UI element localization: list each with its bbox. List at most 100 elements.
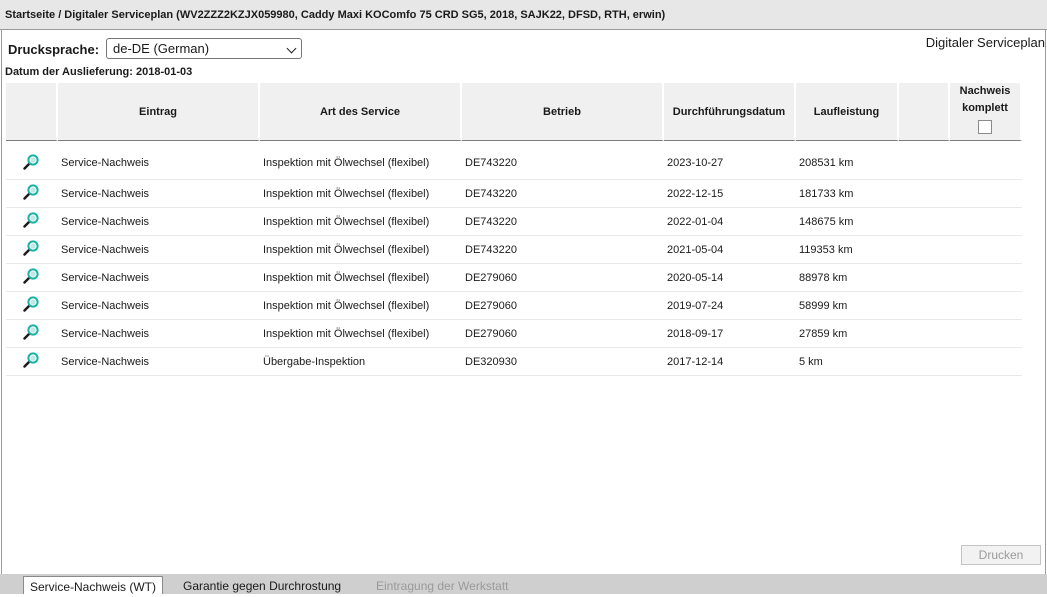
magnifier-icon[interactable] bbox=[23, 184, 39, 203]
cell-empty bbox=[899, 264, 950, 292]
tab-service-proof[interactable]: Service-Nachweis (WT) bbox=[23, 576, 164, 594]
cell-empty bbox=[899, 320, 950, 348]
title-bar: Startseite / Digitaler Serviceplan (WV2Z… bbox=[0, 0, 1047, 30]
magnifier-icon[interactable] bbox=[23, 324, 39, 343]
cell-shop: DE743220 bbox=[462, 141, 664, 180]
cell-shop: DE743220 bbox=[462, 236, 664, 264]
print-button[interactable]: Drucken bbox=[961, 545, 1041, 565]
service-table: Eintrag Art des Service Betrieb Durchfüh… bbox=[6, 83, 1022, 376]
column-header-mileage[interactable]: Laufleistung bbox=[796, 83, 899, 141]
cell-shop: DE320930 bbox=[462, 348, 664, 376]
select-all-checkbox[interactable] bbox=[978, 120, 992, 134]
cell-empty bbox=[899, 141, 950, 180]
cell-entry: Service-Nachweis bbox=[58, 236, 260, 264]
cell-proof-complete bbox=[950, 236, 1022, 264]
cell-empty bbox=[899, 292, 950, 320]
cell-proof-complete bbox=[950, 348, 1022, 376]
cell-mileage: 5 km bbox=[796, 348, 899, 376]
cell-empty bbox=[899, 208, 950, 236]
cell-shop: DE279060 bbox=[462, 264, 664, 292]
magnifier-icon[interactable] bbox=[23, 240, 39, 259]
tab-rust-warranty[interactable]: Garantie gegen Durchrostung bbox=[177, 576, 347, 594]
table-body: Service-Nachweis Inspektion mit Ölwechsel… bbox=[6, 141, 1022, 376]
cell-service-type: Übergabe-Inspektion bbox=[260, 348, 462, 376]
column-header-empty bbox=[899, 83, 950, 141]
cell-date: 2021-05-04 bbox=[664, 236, 796, 264]
cell-service-type: Inspektion mit Ölwechsel (flexibel) bbox=[260, 180, 462, 208]
cell-service-type: Inspektion mit Ölwechsel (flexibel) bbox=[260, 208, 462, 236]
table-row[interactable]: Service-Nachweis Inspektion mit Ölwechsel… bbox=[6, 208, 1022, 236]
cell-mileage: 58999 km bbox=[796, 292, 899, 320]
cell-entry: Service-Nachweis bbox=[58, 180, 260, 208]
row-magnifier bbox=[6, 320, 58, 348]
column-header-shop[interactable]: Betrieb bbox=[462, 83, 664, 141]
table-row[interactable]: Service-Nachweis Übergabe-Inspektion DE320… bbox=[6, 348, 1022, 376]
print-language-label: Drucksprache: bbox=[8, 42, 100, 57]
row-magnifier bbox=[6, 180, 58, 208]
cell-proof-complete bbox=[950, 180, 1022, 208]
table-row[interactable]: Service-Nachweis Inspektion mit Ölwechsel… bbox=[6, 292, 1022, 320]
cell-mileage: 148675 km bbox=[796, 208, 899, 236]
table-row[interactable]: Service-Nachweis Inspektion mit Ölwechsel… bbox=[6, 180, 1022, 208]
magnifier-icon[interactable] bbox=[23, 268, 39, 287]
cell-empty bbox=[899, 348, 950, 376]
cell-empty bbox=[899, 180, 950, 208]
cell-proof-complete bbox=[950, 264, 1022, 292]
cell-date: 2022-12-15 bbox=[664, 180, 796, 208]
cell-entry: Service-Nachweis bbox=[58, 208, 260, 236]
row-magnifier bbox=[6, 264, 58, 292]
cell-shop: DE743220 bbox=[462, 208, 664, 236]
cell-proof-complete bbox=[950, 320, 1022, 348]
cell-date: 2023-10-27 bbox=[664, 141, 796, 180]
cell-shop: DE279060 bbox=[462, 292, 664, 320]
cell-mileage: 119353 km bbox=[796, 236, 899, 264]
section-title: Digitaler Serviceplan bbox=[925, 35, 1045, 50]
breadcrumb: Startseite / Digitaler Serviceplan (WV2Z… bbox=[5, 9, 666, 21]
proof-complete-label: Nachweis komplett bbox=[959, 85, 1011, 114]
print-language-select[interactable]: de-DE (German) bbox=[106, 38, 302, 59]
row-magnifier bbox=[6, 141, 58, 180]
row-magnifier bbox=[6, 292, 58, 320]
bottom-tab-bar: Service-Nachweis (WT) Garantie gegen Dur… bbox=[0, 574, 1047, 594]
cell-proof-complete bbox=[950, 141, 1022, 180]
cell-entry: Service-Nachweis bbox=[58, 264, 260, 292]
cell-date: 2022-01-04 bbox=[664, 208, 796, 236]
cell-service-type: Inspektion mit Ölwechsel (flexibel) bbox=[260, 264, 462, 292]
cell-mileage: 181733 km bbox=[796, 180, 899, 208]
cell-shop: DE743220 bbox=[462, 180, 664, 208]
delivery-date: Datum der Auslieferung: 2018-01-03 bbox=[5, 66, 193, 78]
table-row[interactable]: Service-Nachweis Inspektion mit Ölwechsel… bbox=[6, 236, 1022, 264]
cell-empty bbox=[899, 236, 950, 264]
cell-entry: Service-Nachweis bbox=[58, 348, 260, 376]
cell-entry: Service-Nachweis bbox=[58, 292, 260, 320]
magnifier-icon[interactable] bbox=[23, 212, 39, 231]
tab-workshop-entry[interactable]: Eintragung der Werkstatt bbox=[370, 576, 515, 594]
cell-entry: Service-Nachweis bbox=[58, 141, 260, 180]
row-magnifier bbox=[6, 348, 58, 376]
row-magnifier bbox=[6, 208, 58, 236]
column-header-date[interactable]: Durchführungsdatum bbox=[664, 83, 796, 141]
cell-service-type: Inspektion mit Ölwechsel (flexibel) bbox=[260, 292, 462, 320]
cell-mileage: 208531 km bbox=[796, 141, 899, 180]
cell-proof-complete bbox=[950, 292, 1022, 320]
cell-service-type: Inspektion mit Ölwechsel (flexibel) bbox=[260, 320, 462, 348]
table-row[interactable]: Service-Nachweis Inspektion mit Ölwechsel… bbox=[6, 320, 1022, 348]
cell-date: 2018-09-17 bbox=[664, 320, 796, 348]
cell-proof-complete bbox=[950, 208, 1022, 236]
cell-mileage: 88978 km bbox=[796, 264, 899, 292]
table-row[interactable]: Service-Nachweis Inspektion mit Ölwechsel… bbox=[6, 141, 1022, 180]
print-language-value: de-DE (German) bbox=[113, 41, 210, 56]
column-header-service-type[interactable]: Art des Service bbox=[260, 83, 462, 141]
cell-date: 2017-12-14 bbox=[664, 348, 796, 376]
table-header-row: Eintrag Art des Service Betrieb Durchfüh… bbox=[6, 83, 1022, 141]
magnifier-icon[interactable] bbox=[23, 352, 39, 371]
column-header-icon bbox=[6, 83, 58, 141]
magnifier-icon[interactable] bbox=[23, 153, 39, 173]
cell-shop: DE279060 bbox=[462, 320, 664, 348]
table-row[interactable]: Service-Nachweis Inspektion mit Ölwechsel… bbox=[6, 264, 1022, 292]
column-header-entry[interactable]: Eintrag bbox=[58, 83, 260, 141]
chevron-down-icon bbox=[286, 43, 297, 54]
magnifier-icon[interactable] bbox=[23, 296, 39, 315]
cell-service-type: Inspektion mit Ölwechsel (flexibel) bbox=[260, 236, 462, 264]
cell-date: 2020-05-14 bbox=[664, 264, 796, 292]
